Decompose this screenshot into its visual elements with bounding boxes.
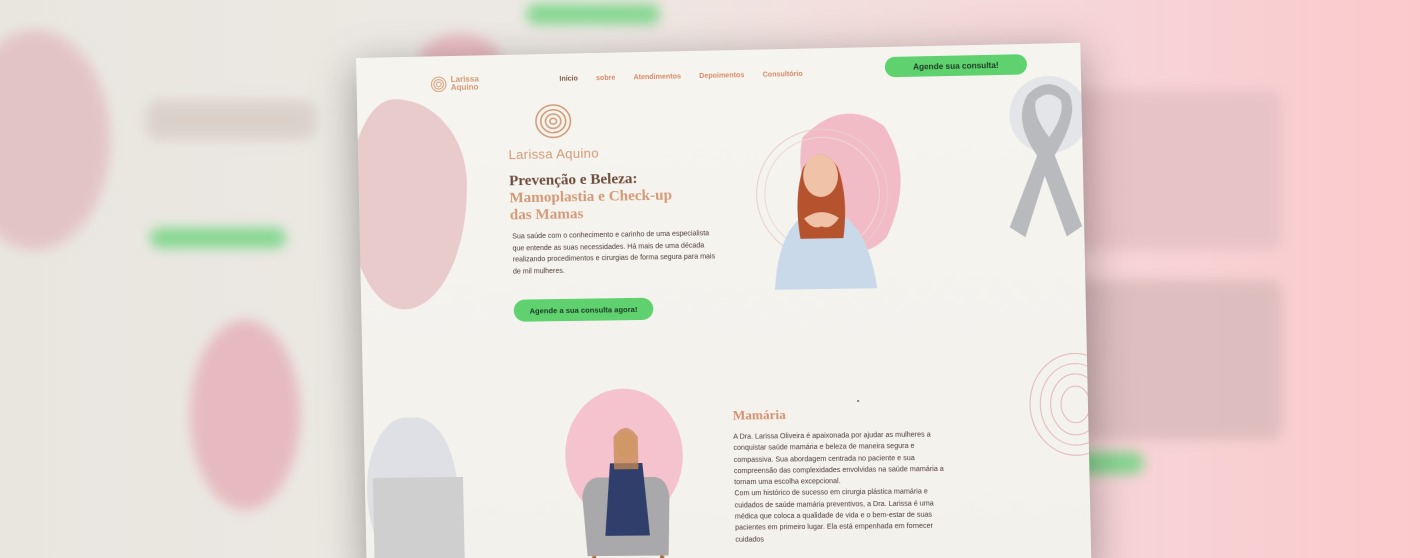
nav-link-consultorio[interactable]: Consultório <box>763 71 803 79</box>
bed-image <box>372 476 466 558</box>
bg-person <box>190 320 300 510</box>
bg-green-bar-top <box>526 4 660 24</box>
decorative-dot <box>857 399 860 402</box>
website-screenshot: Larissa Aquino Início sobre Atendimentos… <box>356 42 1092 558</box>
hero-title-line-3: das Mamas <box>509 206 584 224</box>
logo-rings-icon <box>430 76 446 92</box>
hero-paragraph: Sua saúde com o conhecimento e carinho d… <box>512 230 716 276</box>
brand-name: Larissa Aquino <box>508 145 599 163</box>
header-logo-text: Larissa Aquino <box>450 74 479 93</box>
logo-line-2: Aquino <box>450 82 479 93</box>
nav-link-sobre[interactable]: sobre <box>596 75 615 82</box>
decorative-pink-blob <box>356 97 470 311</box>
nav-link-inicio[interactable]: Início <box>559 75 578 82</box>
doctor-portrait <box>730 112 903 290</box>
section-title: Mamária <box>732 406 786 423</box>
bg-panel-right <box>1072 280 1282 440</box>
bg-photo-right <box>1072 90 1282 250</box>
doctor-seated-portrait <box>563 387 685 558</box>
hero-schedule-button[interactable]: Agende a sua consulta agora! <box>513 297 654 322</box>
bg-green-bar-left <box>150 228 286 248</box>
nav-link-depoimentos[interactable]: Depoimentos <box>699 72 744 80</box>
nav-link-atendimentos[interactable]: Atendimentos <box>633 73 680 81</box>
header-schedule-button[interactable]: Agende sua consulta! <box>884 54 1028 78</box>
header-logo[interactable]: Larissa Aquino <box>430 74 479 93</box>
section-paragraph-2: Com um histórico de sucesso em cirurgia … <box>734 488 934 544</box>
brand-rings-icon <box>533 102 572 141</box>
nav-links: Início sobre Atendimentos Depoimentos Co… <box>559 71 802 83</box>
bg-pink-blob <box>0 30 110 250</box>
awareness-ribbon-icon <box>1006 75 1089 238</box>
hero-title: Prevenção e Beleza: Mamoplastia e Check-… <box>509 169 743 224</box>
section-paragraph-1: A Dra. Larissa Oliveira é apaixonada por… <box>733 431 944 487</box>
bg-text-block <box>146 100 316 140</box>
brand-block: Larissa Aquino <box>507 101 599 162</box>
section-text: A Dra. Larissa Oliveira é apaixonada por… <box>733 429 954 546</box>
decorative-rings <box>1012 348 1091 461</box>
